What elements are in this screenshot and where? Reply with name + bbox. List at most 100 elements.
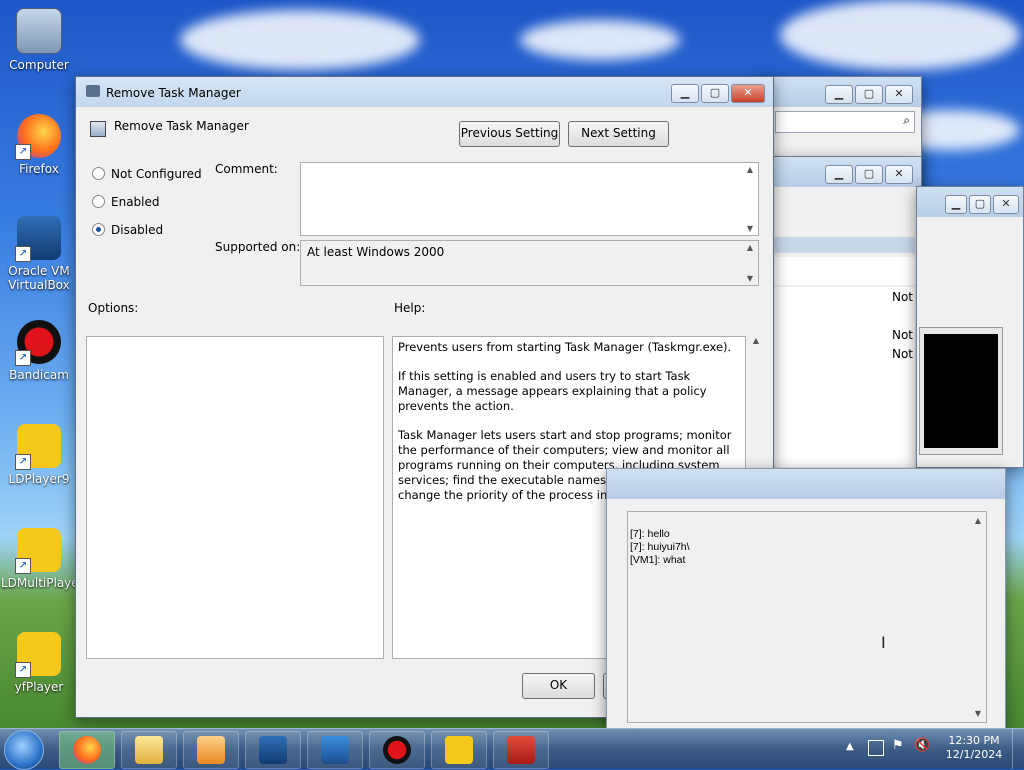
firefox-icon: ↗ xyxy=(15,114,61,160)
supported-label: Supported on: xyxy=(215,240,301,254)
media-player-icon xyxy=(197,736,225,764)
background-window-2[interactable]: ▁ ▢ ✕ Not Not Not xyxy=(766,156,922,478)
supported-value: At least Windows 2000 xyxy=(307,245,445,259)
search-input[interactable]: ⌕ xyxy=(775,111,915,133)
close-button[interactable]: ✕ xyxy=(731,84,765,103)
radio-disabled[interactable]: Disabled xyxy=(92,223,163,237)
computer-icon xyxy=(16,8,62,54)
comment-scrollbar[interactable]: ▲ ▼ xyxy=(742,163,758,235)
chat-line: [7]: huiyui7h\ xyxy=(630,541,690,553)
close-button[interactable]: ✕ xyxy=(993,195,1019,214)
bandicam-icon: ↗ xyxy=(15,320,61,366)
taskbar-media-player[interactable] xyxy=(183,731,239,769)
taskbar-explorer[interactable] xyxy=(121,731,177,769)
window-title: Remove Task Manager xyxy=(106,86,241,100)
minimize-button[interactable]: ▁ xyxy=(825,165,853,184)
list-cell: Not xyxy=(891,290,913,304)
desktop-icon-label: LDPlayer9 xyxy=(8,472,70,486)
show-hidden-icons-icon[interactable]: ▲ xyxy=(846,741,854,752)
close-button[interactable]: ✕ xyxy=(885,85,913,104)
radio-enabled[interactable]: Enabled xyxy=(92,195,160,209)
taskbar-vista-64[interactable] xyxy=(307,731,363,769)
yfplayer-icon: ↗ xyxy=(15,632,61,678)
desktop-icon-firefox[interactable]: ↗ Firefox xyxy=(1,114,77,176)
next-setting-button[interactable]: Next Setting xyxy=(568,121,669,147)
virtualbox-icon: ↗ xyxy=(15,216,61,262)
minimize-button[interactable]: ▁ xyxy=(825,85,853,104)
policy-name: Remove Task Manager xyxy=(114,119,249,133)
minimize-button[interactable]: ▁ xyxy=(945,195,967,214)
comment-label: Comment: xyxy=(215,162,278,176)
taskbar-virtualbox[interactable] xyxy=(245,731,301,769)
desktop-icon-label: LDMultiPlayer xyxy=(1,576,84,590)
ok-button[interactable]: OK xyxy=(522,673,595,699)
taskbar-bandicam[interactable] xyxy=(369,731,425,769)
desktop-icon-ldmultiplayer[interactable]: ↗ LDMultiPlayer xyxy=(1,528,84,590)
setting-icon xyxy=(90,121,106,137)
chat-scrollbar[interactable]: ▲ ▼ xyxy=(970,512,986,722)
desktop-icon-label: yfPlayer xyxy=(14,680,64,694)
volume-muted-icon[interactable]: 🔇 xyxy=(914,738,930,753)
bandicam-icon xyxy=(383,736,411,764)
search-icon: ⌕ xyxy=(903,113,910,127)
minimize-button[interactable]: ▁ xyxy=(671,84,699,103)
taskbar-firefox[interactable] xyxy=(59,731,115,769)
help-scrollbar-up[interactable]: ▲ xyxy=(748,336,764,345)
desktop-icon-label: Firefox xyxy=(19,162,59,176)
title-bar[interactable]: Remove Task Manager ▁ ▢ ✕ xyxy=(76,77,773,107)
radio-circle-selected xyxy=(92,223,105,236)
radio-not-configured[interactable]: Not Configured xyxy=(92,167,202,181)
maximize-button[interactable]: ▢ xyxy=(701,84,729,103)
show-desktop-button[interactable] xyxy=(1012,729,1024,769)
folder-icon xyxy=(135,736,163,764)
help-paragraph: Prevents users from starting Task Manage… xyxy=(398,340,732,354)
taskbar-ldplayer[interactable] xyxy=(431,731,487,769)
clock-date: 12/1/2024 xyxy=(945,748,1003,761)
maximize-button[interactable]: ▢ xyxy=(969,195,991,214)
maximize-button[interactable]: ▢ xyxy=(855,85,883,104)
taskbar: ▲ ⚑ 🔇 12:30 PM 12/1/2024 xyxy=(0,728,1024,770)
vista-64-icon xyxy=(321,736,349,764)
clock[interactable]: 12:30 PM 12/1/2024 xyxy=(940,734,1008,762)
options-label: Options: xyxy=(88,301,139,315)
virtualbox-icon xyxy=(259,736,287,764)
policy-icon xyxy=(86,85,100,97)
ldplayer-icon xyxy=(445,736,473,764)
chat-line: [VM1]: what xyxy=(630,554,686,566)
text-cursor-icon: I xyxy=(881,633,886,652)
toolbox-icon xyxy=(507,736,535,764)
taskbar-toolbox[interactable] xyxy=(493,731,549,769)
comment-field[interactable]: ▲ ▼ xyxy=(300,162,759,236)
radio-circle xyxy=(92,167,105,180)
desktop-icon-label: Oracle VM VirtualBox xyxy=(8,264,70,292)
help-label: Help: xyxy=(394,301,426,315)
chat-line: [7]: hello xyxy=(630,528,670,540)
desktop-icon-virtualbox[interactable]: ↗ Oracle VM VirtualBox xyxy=(1,216,77,292)
clock-time: 12:30 PM xyxy=(948,734,1000,747)
ldmultiplayer-icon: ↗ xyxy=(15,528,61,574)
background-window-3[interactable]: ▁ ▢ ✕ xyxy=(916,186,1024,468)
chat-window[interactable]: [7]: hello [7]: huiyui7h\ [VM1]: what ▲ ▼… xyxy=(606,468,1006,730)
close-button[interactable]: ✕ xyxy=(885,165,913,184)
network-icon[interactable] xyxy=(868,740,884,756)
chat-log[interactable]: [7]: hello [7]: huiyui7h\ [VM1]: what ▲ ▼ xyxy=(627,511,987,723)
video-preview xyxy=(924,334,998,448)
help-paragraph: If this setting is enabled and users try… xyxy=(398,369,707,413)
list-cell: Not xyxy=(891,347,913,361)
radio-circle xyxy=(92,195,105,208)
supported-field: At least Windows 2000 ▲ ▼ xyxy=(300,240,759,286)
start-orb-icon[interactable] xyxy=(4,730,44,770)
desktop-icon-ldplayer9[interactable]: ↗ LDPlayer9 xyxy=(1,424,77,486)
desktop-icon-computer[interactable]: Computer xyxy=(1,8,77,72)
radio-label: Not Configured xyxy=(111,167,202,181)
desktop-icon-bandicam[interactable]: ↗ Bandicam xyxy=(1,320,77,382)
desktop-icon-label: Bandicam xyxy=(9,368,69,382)
options-panel xyxy=(86,336,384,659)
action-center-flag-icon[interactable]: ⚑ xyxy=(892,738,904,753)
desktop-icon-yfplayer[interactable]: ↗ yfPlayer xyxy=(1,632,77,694)
maximize-button[interactable]: ▢ xyxy=(855,165,883,184)
supported-scrollbar[interactable]: ▲ ▼ xyxy=(742,241,758,285)
previous-setting-button[interactable]: Previous Setting xyxy=(459,121,560,147)
radio-label: Enabled xyxy=(111,195,160,209)
ldplayer-icon: ↗ xyxy=(15,424,61,470)
